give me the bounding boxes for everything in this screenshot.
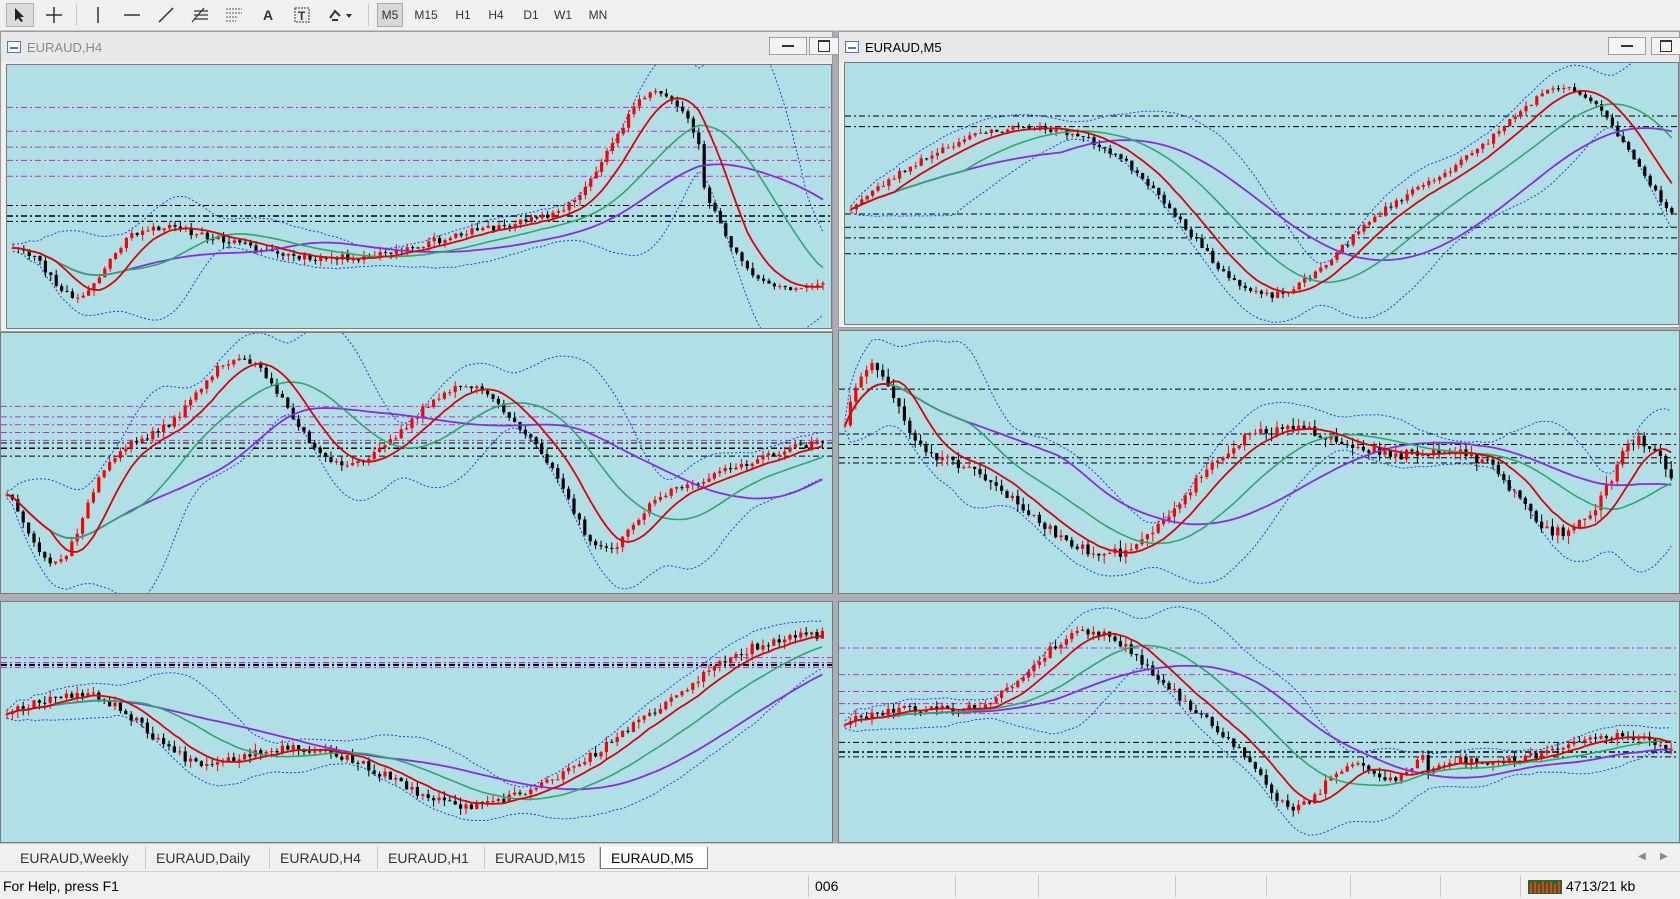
timeframe-m5-button[interactable]: M5 (377, 3, 403, 27)
tab-scroll-left-icon[interactable]: ◀ (1638, 851, 1646, 862)
tab-euraud-weekly[interactable]: EURAUD,Weekly (10, 847, 146, 869)
tab-euraud-daily[interactable]: EURAUD,Daily (146, 847, 270, 869)
timeframe-h1-button[interactable]: H1 (450, 3, 476, 27)
grid-fibo-icon[interactable] (220, 3, 248, 27)
restore-button[interactable] (1651, 37, 1680, 55)
chart-area-6[interactable] (838, 601, 1680, 843)
window-title-bar[interactable]: EURAUD,M5 (839, 32, 1679, 62)
cursor-icon[interactable] (6, 3, 34, 27)
timeframe-m15-button[interactable]: M15 (409, 3, 443, 27)
minimize-icon (1621, 45, 1633, 47)
shapes-menu-icon[interactable] (322, 3, 360, 27)
minimize-icon (782, 45, 794, 47)
timeframe-w1-button[interactable]: W1 (550, 3, 576, 27)
restore-button[interactable] (809, 37, 839, 55)
window-title: EURAUD,H4 (27, 39, 103, 55)
status-help-text: For Help, press F1 (3, 878, 119, 894)
price-chart-5 (1, 620, 832, 822)
price-chart-6 (839, 606, 1679, 836)
tab-euraud-h4[interactable]: EURAUD,H4 (270, 847, 378, 869)
text-label-icon[interactable]: T (288, 3, 316, 27)
chart-area-1[interactable] (6, 64, 832, 329)
timeframe-d1-button[interactable]: D1 (518, 3, 544, 27)
price-chart-3 (1, 333, 832, 593)
chart-window-euraud-m5[interactable]: EURAUD,M5 (838, 31, 1680, 328)
window-title: EURAUD,M5 (865, 39, 942, 55)
chart-area-5[interactable] (0, 601, 833, 843)
vertical-line-icon[interactable] (84, 3, 112, 27)
mdi-client-area: EURAUD,H4 EURAUD,M5 (0, 31, 1680, 843)
status-bar: For Help, press F1 006 4713/21 kb (0, 871, 1680, 899)
chart-window-euraud-h4[interactable]: EURAUD,H4 (0, 31, 839, 332)
chart-tabs-bar: EURAUD,Weekly EURAUD,Daily EURAUD,H4 EURAUD… (0, 843, 1680, 871)
connection-status-icon (1528, 880, 1562, 894)
chart-window-icon (7, 41, 21, 53)
tab-scroll-right-icon[interactable]: ▶ (1660, 851, 1668, 862)
restore-icon (818, 40, 830, 52)
status-profile: 006 (815, 878, 839, 894)
tab-euraud-h1[interactable]: EURAUD,H1 (378, 847, 485, 869)
chart-area-4[interactable] (838, 330, 1680, 594)
tab-euraud-m15[interactable]: EURAUD,M15 (485, 847, 600, 869)
chart-area-3[interactable] (0, 332, 833, 594)
status-traffic: 4713/21 kb (1566, 878, 1636, 894)
price-chart-4 (839, 338, 1679, 584)
toolbar: A T M5 M15 H1 H4 D1 W1 MN (0, 0, 1680, 31)
restore-icon (1660, 40, 1672, 52)
price-chart-2 (845, 63, 1678, 323)
svg-text:A: A (263, 7, 273, 23)
crosshair-icon[interactable] (40, 3, 68, 27)
window-title-bar[interactable]: EURAUD,H4 (1, 32, 832, 62)
price-chart-1 (7, 65, 831, 328)
timeframe-mn-button[interactable]: MN (583, 3, 613, 27)
fibonacci-icon[interactable] (186, 3, 214, 27)
text-icon[interactable]: A (254, 3, 282, 27)
horizontal-line-icon[interactable] (118, 3, 146, 27)
chart-area-2[interactable] (844, 62, 1679, 325)
timeframe-h4-button[interactable]: H4 (483, 3, 509, 27)
svg-text:T: T (298, 9, 306, 23)
trendline-icon[interactable] (152, 3, 180, 27)
minimize-button[interactable] (769, 37, 807, 55)
chart-window-icon (845, 41, 859, 53)
tab-euraud-m5[interactable]: EURAUD,M5 (600, 847, 708, 869)
minimize-button[interactable] (1608, 37, 1646, 55)
